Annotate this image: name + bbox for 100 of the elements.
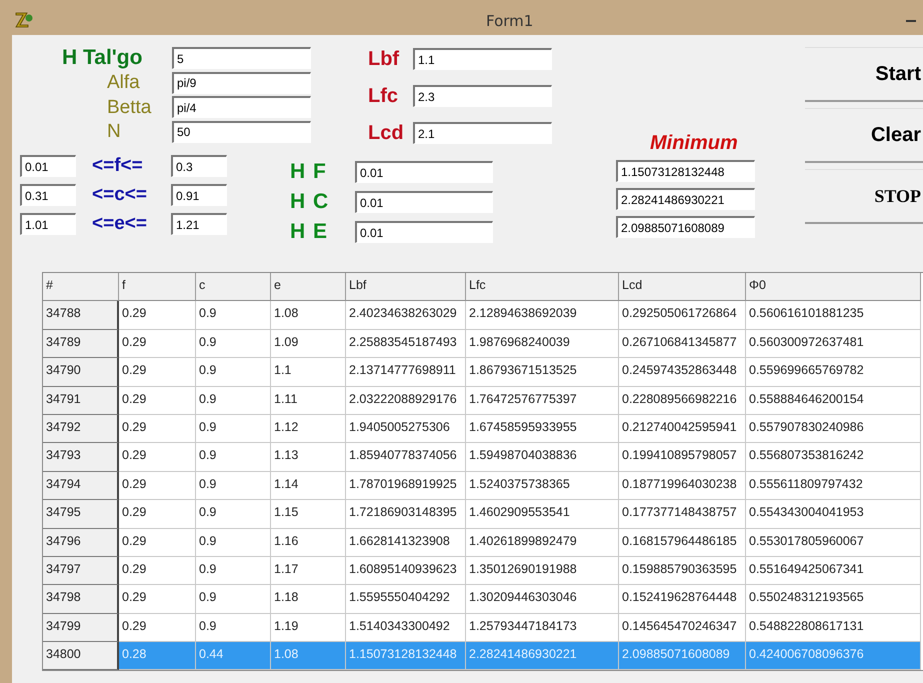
column-header[interactable]: Φ0 xyxy=(746,273,921,302)
table-cell: 1.35012690191988 xyxy=(466,556,619,586)
table-cell: 0.29 xyxy=(119,556,196,586)
range-max-field[interactable]: 0.91 xyxy=(171,184,227,206)
table-cell: 1.08 xyxy=(271,642,346,670)
parameter-field[interactable]: pi/4 xyxy=(172,96,311,118)
table-cell: 1.11 xyxy=(271,386,346,415)
action-button[interactable]: Clear xyxy=(805,108,923,163)
step-label: H C xyxy=(290,190,330,214)
table-cell: 1.85940778374056 xyxy=(346,443,466,472)
action-button[interactable]: STOP xyxy=(805,169,923,224)
row-header[interactable]: 34797 xyxy=(43,556,119,586)
table-cell: 0.556807353816242 xyxy=(746,443,921,472)
range-min-field[interactable]: 0.31 xyxy=(20,184,76,206)
table-cell: 0.9 xyxy=(196,414,271,444)
table-cell: 0.9 xyxy=(196,528,271,557)
table-cell: 1.1 xyxy=(271,358,346,387)
row-header[interactable]: 34795 xyxy=(43,500,119,529)
table-cell: 1.6628141323908 xyxy=(346,528,466,557)
row-header[interactable]: 34788 xyxy=(43,301,119,330)
action-button[interactable]: Start xyxy=(805,47,923,102)
minimum-field[interactable]: 2.09885071608089 xyxy=(616,216,755,238)
range-min-field[interactable]: 0.01 xyxy=(20,155,76,177)
table-cell: 0.168157964486185 xyxy=(619,528,746,557)
row-header[interactable]: 34798 xyxy=(43,585,119,614)
table-cell: 0.9 xyxy=(196,585,271,614)
table-cell: 1.78701968919925 xyxy=(346,472,466,500)
table-cell: 0.228089566982216 xyxy=(619,386,746,415)
table-cell: 0.9 xyxy=(196,358,271,387)
table-cell: 2.09885071608089 xyxy=(619,642,746,670)
range-label: <=f<= xyxy=(91,155,144,177)
table-cell: 0.557907830240986 xyxy=(746,414,921,444)
table-cell: 0.560616101881235 xyxy=(746,301,921,330)
row-header[interactable]: 34790 xyxy=(43,358,119,387)
length-field[interactable]: 1.1 xyxy=(413,48,552,70)
range-label: <=c<= xyxy=(91,184,148,206)
row-header[interactable]: 34792 xyxy=(43,414,119,444)
column-header[interactable]: Lbf xyxy=(346,273,466,302)
column-header[interactable]: f xyxy=(119,273,196,302)
length-field[interactable]: 2.1 xyxy=(413,122,552,144)
table-cell: 0.29 xyxy=(119,443,196,472)
table-cell: 0.152419628764448 xyxy=(619,585,746,614)
row-header[interactable]: 34793 xyxy=(43,443,119,472)
table-cell: 0.292505061726864 xyxy=(619,301,746,330)
length-label: Lcd xyxy=(368,122,405,144)
table-cell: 0.558884646200154 xyxy=(746,386,921,415)
row-header[interactable]: 34800 xyxy=(43,642,119,670)
table-cell: 0.44 xyxy=(196,642,271,670)
table-cell: 2.12894638692039 xyxy=(466,301,619,330)
table-cell: 1.5240375738365 xyxy=(466,472,619,500)
row-header[interactable]: 34796 xyxy=(43,528,119,557)
table-cell: 2.13714777698911 xyxy=(346,358,466,387)
table-cell: 0.553017805960067 xyxy=(746,528,921,557)
table-cell: 1.4602909553541 xyxy=(466,500,619,529)
minimize-icon[interactable] xyxy=(906,19,916,23)
table-cell: 0.199410895798057 xyxy=(619,443,746,472)
table-cell: 1.15 xyxy=(271,500,346,529)
parameter-field[interactable]: 50 xyxy=(172,120,311,143)
range-max-field[interactable]: 1.21 xyxy=(171,213,227,235)
table-cell: 0.29 xyxy=(119,528,196,557)
column-header[interactable]: Lfc xyxy=(466,273,619,302)
table-cell: 2.25883545187493 xyxy=(346,330,466,358)
table-cell: 0.550248312193565 xyxy=(746,585,921,614)
column-header[interactable]: c xyxy=(196,273,271,302)
table-cell: 0.555611809797432 xyxy=(746,472,921,500)
step-field[interactable]: 0.01 xyxy=(355,191,493,213)
table-cell: 0.9 xyxy=(196,556,271,586)
minimum-field[interactable]: 2.28241486930221 xyxy=(616,188,755,210)
column-header[interactable]: Lcd xyxy=(619,273,746,302)
table-cell: 1.17 xyxy=(271,556,346,586)
column-header[interactable]: # xyxy=(43,273,119,302)
step-field[interactable]: 0.01 xyxy=(355,221,493,243)
parameter-label: Betta xyxy=(106,96,152,118)
range-min-field[interactable]: 1.01 xyxy=(20,213,76,235)
parameter-label: N xyxy=(106,121,122,142)
row-header[interactable]: 34789 xyxy=(43,330,119,358)
table-cell: 0.554343004041953 xyxy=(746,500,921,529)
step-label: H F xyxy=(290,160,328,184)
range-max-field[interactable]: 0.3 xyxy=(171,155,227,177)
row-header[interactable]: 34799 xyxy=(43,614,119,642)
table-cell: 0.29 xyxy=(119,301,196,330)
row-header[interactable]: 34791 xyxy=(43,386,119,415)
minimum-field[interactable]: 1.15073128132448 xyxy=(616,160,755,182)
row-header[interactable]: 34794 xyxy=(43,472,119,500)
parameter-field[interactable]: pi/9 xyxy=(172,72,311,94)
table-cell: 1.9876968240039 xyxy=(466,330,619,358)
table-cell: 0.29 xyxy=(119,358,196,387)
step-label: H E xyxy=(290,220,330,244)
table-cell: 0.267106841345877 xyxy=(619,330,746,358)
table-cell: 1.9405005275306 xyxy=(346,414,466,444)
length-field[interactable]: 2.3 xyxy=(413,85,552,107)
table-cell: 0.177377148438757 xyxy=(619,500,746,529)
parameter-label: Alfa xyxy=(106,72,141,94)
parameter-label: H Tal'go xyxy=(61,48,144,68)
app-icon xyxy=(14,11,34,29)
step-field[interactable]: 0.01 xyxy=(355,161,493,183)
table-cell: 0.28 xyxy=(119,642,196,670)
column-header[interactable]: e xyxy=(271,273,346,302)
parameter-field[interactable]: 5 xyxy=(172,47,311,70)
range-label: <=e<= xyxy=(91,213,148,235)
